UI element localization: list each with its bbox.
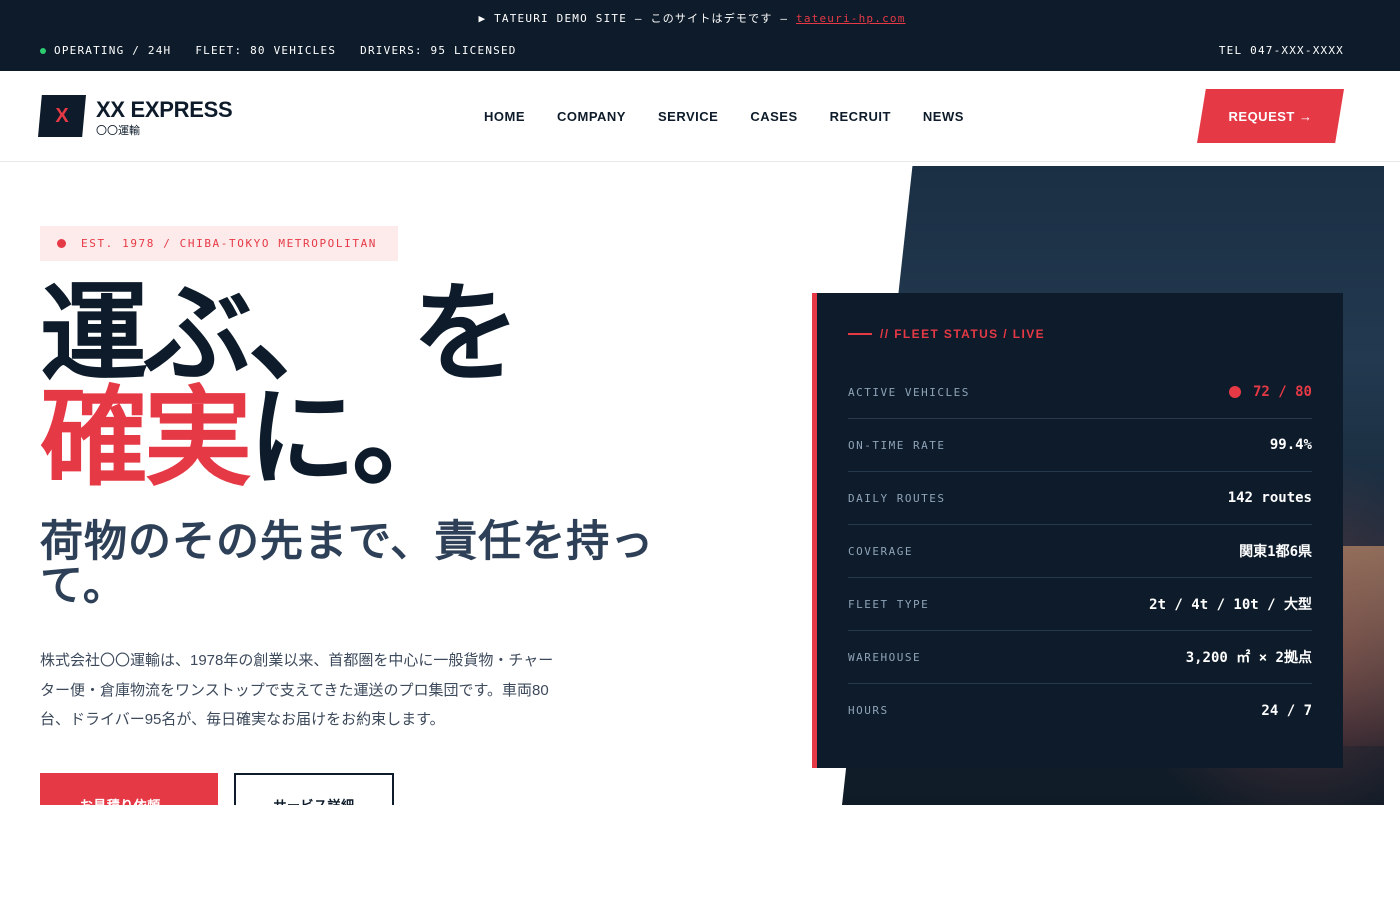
fleet-status-list: ACTIVE VEHICLES 72 / 80 ON-TIME RATE 99.…: [848, 366, 1312, 737]
fleet-label: FLEET TYPE: [848, 597, 930, 611]
nav-home[interactable]: HOME: [484, 109, 525, 124]
fleet-label: ON-TIME RATE: [848, 438, 946, 452]
fleet-row: HOURS 24 / 7: [848, 684, 1312, 737]
hero-subheading: 荷物のその先まで、責任を持って。: [40, 518, 655, 610]
demo-notice-text: ▶ TATEURI DEMO SITE — このサイトはデモです —: [478, 12, 797, 25]
badge-dot-icon: [57, 239, 66, 248]
nav-recruit[interactable]: RECRUIT: [830, 109, 891, 124]
fleet-value: 関東1都6県: [1239, 544, 1312, 560]
phone-number[interactable]: TEL 047-XXX-XXXX: [1219, 44, 1344, 57]
fleet-row: ACTIVE VEHICLES 72 / 80: [848, 366, 1312, 419]
fleet-label: ACTIVE VEHICLES: [848, 385, 970, 399]
nav-cases[interactable]: CASES: [750, 109, 797, 124]
nav-company[interactable]: COMPANY: [557, 109, 626, 124]
fleet-label: COVERAGE: [848, 544, 913, 558]
headline-line2: に。: [248, 377, 460, 498]
fleet-label: DAILY ROUTES: [848, 491, 946, 505]
fleet-row: DAILY ROUTES 142 routes: [848, 472, 1312, 525]
fleet-status-card: // FLEET STATUS / LIVE ACTIVE VEHICLES 7…: [812, 293, 1343, 768]
page: ▶ TATEURI DEMO SITE — このサイトはデモです — tateu…: [0, 0, 1400, 805]
demo-site-link[interactable]: tateuri-hp.com: [796, 12, 906, 25]
fleet-value: 2t / 4t / 10t / 大型: [1149, 597, 1312, 613]
hero-description: 株式会社〇〇運輸は、1978年の創業以来、首都圏を中心に一般貨物・チャーター便・…: [40, 652, 554, 728]
fleet-value: 3,200 ㎡ × 2拠点: [1185, 650, 1312, 666]
fleet-row: ON-TIME RATE 99.4%: [848, 419, 1312, 472]
active-vehicles-value: 72 / 80: [1252, 384, 1312, 400]
established-badge: EST. 1978 / CHIBA-TOKYO METROPOLITAN: [40, 226, 398, 261]
status-dot-icon: [40, 47, 46, 54]
fleet-value: 99.4%: [1269, 437, 1312, 453]
demo-notice: ▶ TATEURI DEMO SITE — このサイトはデモです — tateu…: [0, 10, 1384, 26]
nav-service[interactable]: SERVICE: [658, 109, 718, 124]
fleet-value: 24 / 7: [1261, 702, 1312, 719]
logo-subtitle: 〇〇運輸: [96, 125, 140, 137]
fleet-status-title: // FLEET STATUS / LIVE: [848, 327, 1045, 341]
status-drivers: DRIVERS: 95 LICENSED: [360, 44, 517, 57]
title-line-icon: [848, 333, 872, 335]
nav-news[interactable]: NEWS: [923, 109, 964, 124]
fleet-value: 142 routes: [1227, 490, 1312, 506]
operating-status: OPERATING / 24H FLEET: 80 VEHICLES DRIVE…: [40, 44, 541, 57]
fleet-status-title-text: // FLEET STATUS / LIVE: [880, 327, 1046, 341]
top-bar: ▶ TATEURI DEMO SITE — このサイトはデモです — tateu…: [0, 0, 1400, 71]
hero-headline: 運ぶ、を 確実に。: [40, 280, 520, 492]
logo-name[interactable]: XX EXPRESS: [96, 97, 233, 123]
fleet-row: COVERAGE 関東1都6県: [848, 525, 1312, 578]
request-button[interactable]: REQUEST →: [1197, 89, 1344, 143]
quote-request-button[interactable]: お見積り依頼 →: [40, 773, 218, 805]
headline-accent: 確実: [40, 377, 252, 498]
service-detail-button[interactable]: サービス詳細: [234, 773, 394, 805]
status-operating: OPERATING / 24H: [54, 44, 172, 57]
logo-mark-icon[interactable]: X: [38, 95, 86, 137]
badge-text: EST. 1978 / CHIBA-TOKYO METROPOLITAN: [81, 237, 378, 250]
headline-line1a: 運ぶ、: [40, 273, 356, 394]
fleet-label: HOURS: [848, 704, 889, 717]
headline-line1b: を: [412, 273, 520, 394]
status-fleet: FLEET: 80 VEHICLES: [195, 44, 337, 57]
fleet-value: 72 / 80: [1228, 384, 1312, 400]
fleet-row: WAREHOUSE 3,200 ㎡ × 2拠点: [848, 631, 1312, 684]
fleet-row: FLEET TYPE 2t / 4t / 10t / 大型: [848, 578, 1312, 631]
main-nav: HOME COMPANY SERVICE CASES RECRUIT NEWS: [484, 109, 996, 124]
fleet-label: WAREHOUSE: [848, 650, 922, 664]
live-dot-icon: [1228, 386, 1241, 398]
site-header: X XX EXPRESS 〇〇運輸 HOME COMPANY SERVICE C…: [0, 71, 1400, 162]
